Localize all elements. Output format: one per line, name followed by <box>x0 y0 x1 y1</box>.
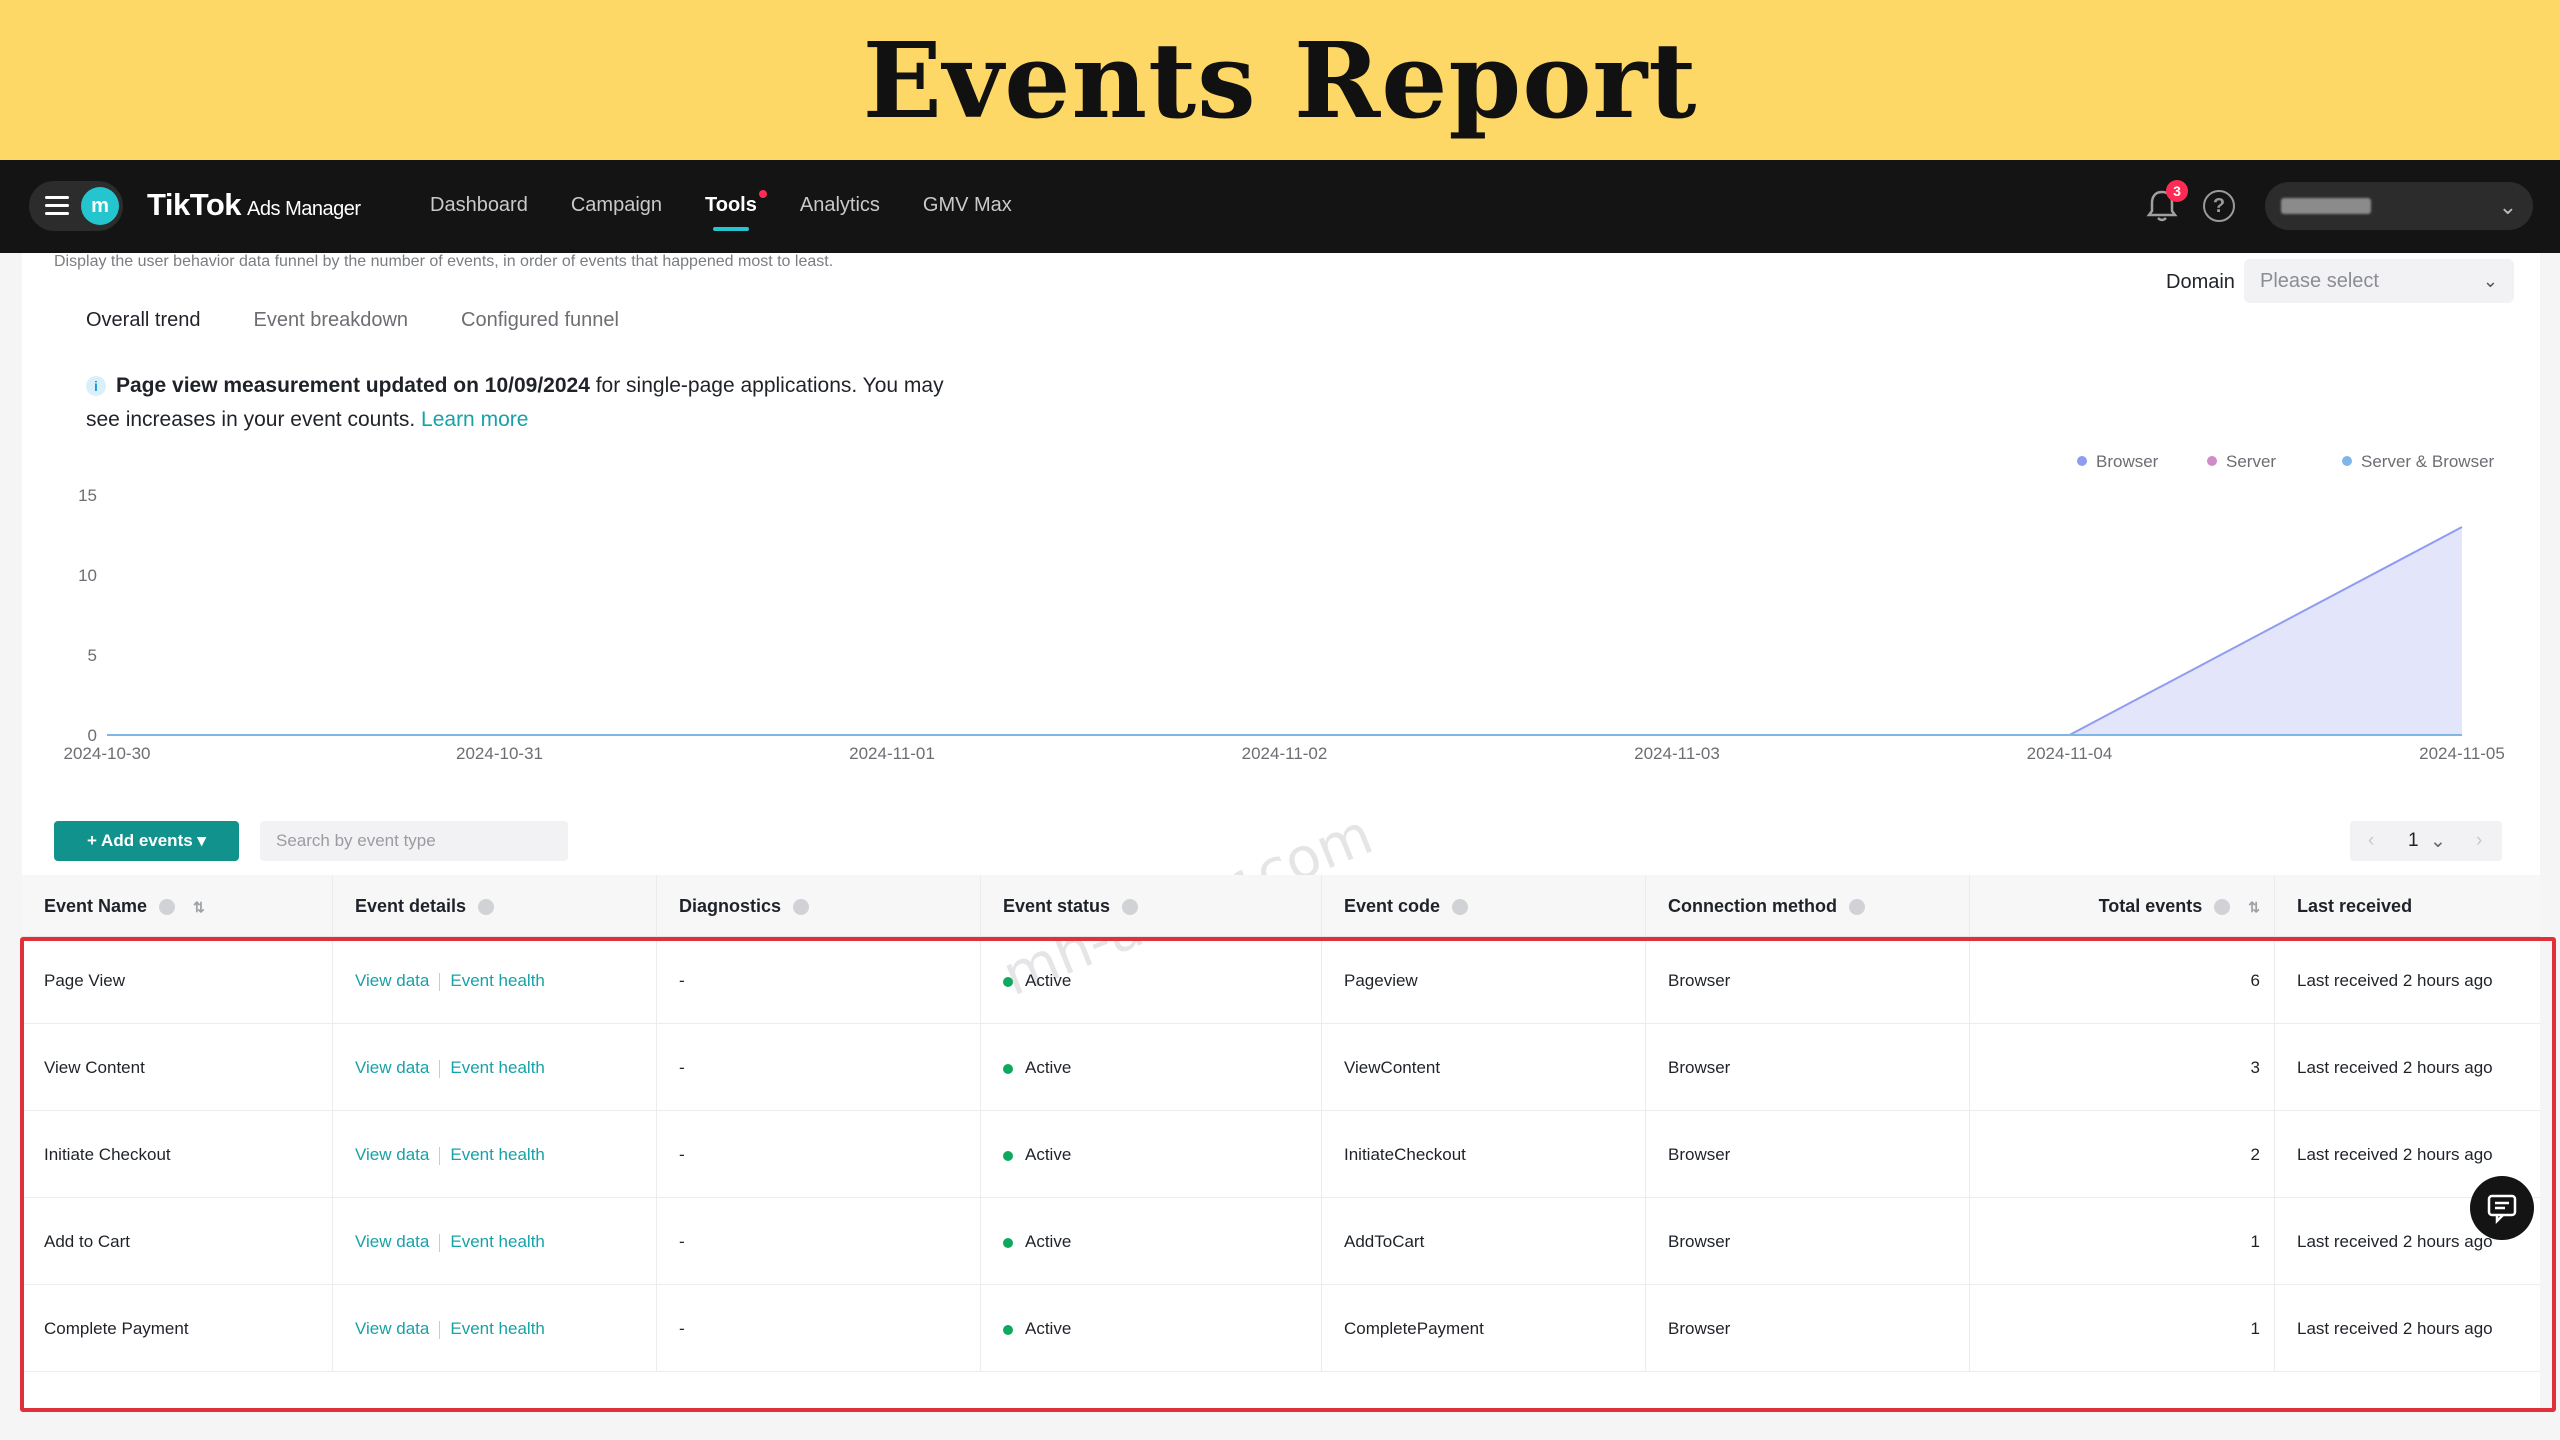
legend-label: Server <box>2226 452 2276 471</box>
prev-page-icon[interactable]: ‹ <box>2368 830 2374 852</box>
event-search-input[interactable]: Search by event type <box>260 821 568 861</box>
info-icon: i <box>86 376 106 397</box>
legend-marker <box>2207 456 2217 466</box>
col-event-status: Event status <box>981 875 1322 936</box>
question-icon <box>159 899 176 916</box>
y-tick-label: 0 <box>88 726 97 745</box>
col-connection-method: Connection method <box>1646 875 1970 936</box>
chat-support-button[interactable] <box>2470 1176 2534 1240</box>
question-icon <box>2214 899 2231 916</box>
hamburger-icon <box>45 196 69 216</box>
brand-name: TikTok <box>147 187 242 222</box>
top-navigation: m TikTok Ads Manager Dashboard Campaign T… <box>0 160 2560 253</box>
avatar: m <box>81 187 119 225</box>
nav-tools[interactable]: Tools <box>705 190 767 231</box>
y-tick-label: 5 <box>88 646 97 665</box>
banner-title: Events Report <box>862 18 1698 142</box>
account-name-redacted <box>2281 198 2371 214</box>
col-event-code: Event code <box>1322 875 1646 936</box>
tab-event-breakdown[interactable]: Event breakdown <box>254 309 409 332</box>
col-event-details-label: Event details <box>355 896 467 916</box>
question-icon <box>793 899 810 916</box>
trend-tabs: Overall trend Event breakdown Configured… <box>86 309 672 332</box>
sort-icon[interactable]: ⇅ <box>2248 876 2260 938</box>
col-event-name-label: Event Name <box>44 896 148 916</box>
brand-logo[interactable]: TikTok Ads Manager <box>147 187 361 223</box>
x-tick-label: 2024-11-04 <box>2027 744 2113 763</box>
col-diagnostics: Diagnostics <box>657 875 981 936</box>
col-last-received-label: Last received <box>2297 896 2413 916</box>
col-event-details: Event details <box>333 875 657 936</box>
x-tick-label: 2024-11-03 <box>1634 744 1720 763</box>
domain-label: Domain <box>2166 271 2235 293</box>
update-notice: i Page view measurement updated on 10/09/… <box>86 369 946 437</box>
series-line-0 <box>107 526 2463 736</box>
funnel-description: Display the user behavior data funnel by… <box>54 253 834 270</box>
brand-sub: Ads Manager <box>247 198 361 220</box>
tab-configured-funnel[interactable]: Configured funnel <box>461 309 619 332</box>
legend-label: Server & Browser <box>2361 452 2495 471</box>
y-tick-label: 15 <box>78 486 97 505</box>
legend-marker <box>2342 456 2352 466</box>
x-tick-label: 2024-11-02 <box>1242 744 1328 763</box>
legend-label: Browser <box>2096 452 2159 471</box>
menu-toggle[interactable]: m <box>29 181 123 231</box>
series-area-0 <box>107 527 2462 735</box>
col-diagnostics-label: Diagnostics <box>679 896 782 916</box>
question-icon <box>1452 899 1469 916</box>
tab-overall-trend[interactable]: Overall trend <box>86 309 201 332</box>
x-tick-label: 2024-10-30 <box>64 744 151 763</box>
sort-icon[interactable]: ⇅ <box>193 876 205 938</box>
col-total-events-label: Total events <box>2098 896 2203 916</box>
col-connection-method-label: Connection method <box>1668 896 1837 916</box>
x-tick-label: 2024-10-31 <box>456 744 543 763</box>
col-event-code-label: Event code <box>1344 896 1441 916</box>
nav-campaign[interactable]: Campaign <box>571 194 662 217</box>
highlight-box <box>20 937 2556 1412</box>
question-icon <box>478 899 495 916</box>
x-tick-label: 2024-11-05 <box>2419 744 2505 763</box>
chevron-down-icon[interactable]: ⌄ <box>2430 830 2446 853</box>
learn-more-link[interactable]: Learn more <box>421 408 528 431</box>
nav-dashboard[interactable]: Dashboard <box>430 194 528 217</box>
col-event-status-label: Event status <box>1003 896 1111 916</box>
x-tick-label: 2024-11-01 <box>849 744 935 763</box>
y-tick-label: 10 <box>78 566 97 585</box>
question-icon <box>1122 899 1139 916</box>
nav-gmv-max[interactable]: GMV Max <box>923 194 1012 217</box>
page-number[interactable]: 1 <box>2408 830 2419 852</box>
chevron-down-icon: ⌄ <box>2498 194 2517 219</box>
domain-placeholder: Please select <box>2260 270 2379 292</box>
col-last-received: Last received <box>2275 875 2540 936</box>
pagination: ‹ 1 ⌄ › <box>2350 821 2502 861</box>
nav-tools-label: Tools <box>705 194 757 216</box>
legend-marker <box>2077 456 2087 466</box>
next-page-icon[interactable]: › <box>2476 830 2482 852</box>
account-selector[interactable]: ⌄ <box>2265 182 2533 230</box>
report-banner: Events Report <box>0 0 2560 160</box>
notice-bold: Page view measurement updated on 10/09/2… <box>116 374 590 397</box>
add-events-button[interactable]: + Add events ▾ <box>54 821 239 861</box>
notification-badge: 3 <box>2166 180 2188 202</box>
help-icon[interactable]: ? <box>2203 190 2235 222</box>
table-header: Event Name ⇅ Event details Diagnostics Ev… <box>22 875 2540 937</box>
domain-select[interactable]: Please select ⌄ <box>2244 259 2514 303</box>
col-total-events[interactable]: Total events ⇅ <box>1970 875 2275 936</box>
col-event-name[interactable]: Event Name ⇅ <box>22 875 333 936</box>
question-icon <box>1849 899 1865 916</box>
nav-analytics[interactable]: Analytics <box>800 194 880 217</box>
chat-icon <box>2487 1194 2517 1225</box>
new-indicator-dot <box>758 190 767 198</box>
chevron-down-icon: ⌄ <box>2482 271 2498 291</box>
